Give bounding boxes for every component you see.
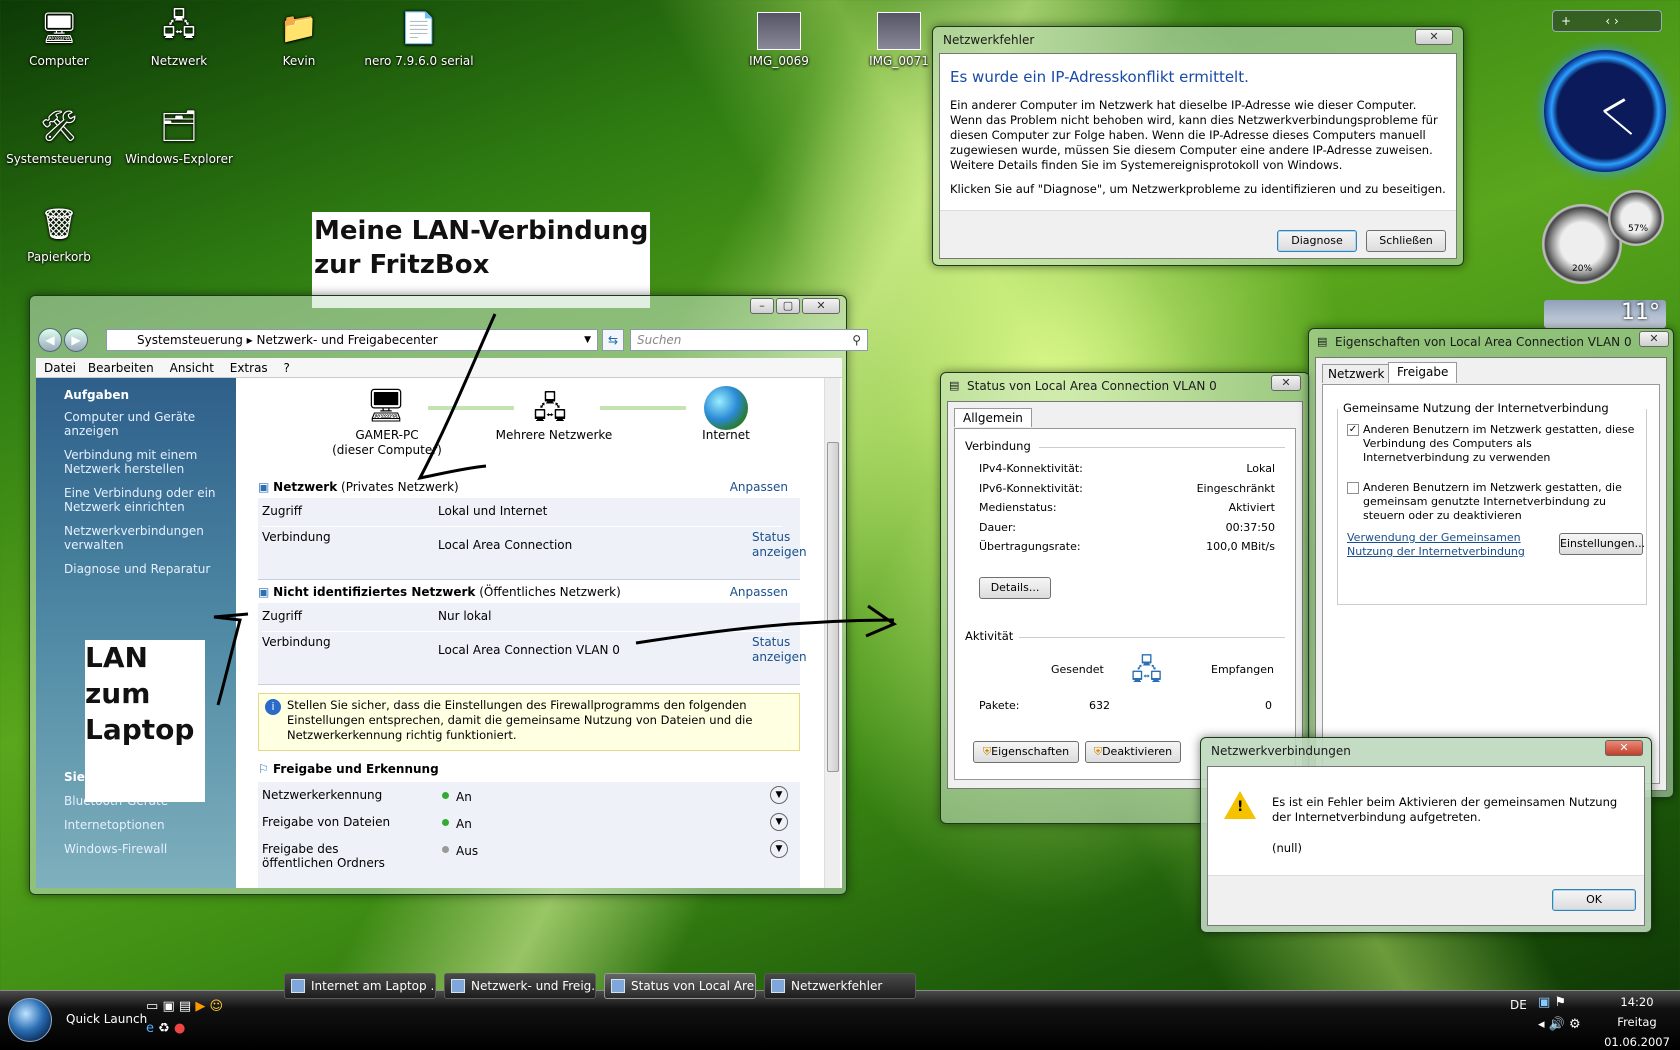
error-detail: (null) xyxy=(1272,841,1302,855)
status-title: ▤ Status von Local Area Connection VLAN … xyxy=(949,379,1217,393)
taskbar-button-nfc[interactable]: Netzwerk- und Freig... xyxy=(444,973,596,999)
dialog-body: ! Es ist ein Fehler beim Aktivieren der … xyxy=(1207,766,1645,926)
quick-launch-label: Quick Launch xyxy=(66,1012,148,1026)
props-body: Netzwerk Freigabe Gemeinsame Nutzung der… xyxy=(1315,357,1667,791)
network-adapter-icon xyxy=(611,979,625,993)
connection-properties-window[interactable]: ▤ Eigenschaften von Local Area Connectio… xyxy=(1308,328,1674,798)
packets-recv: 0 xyxy=(1265,699,1272,712)
error-body: Ein anderer Computer im Netzwerk hat die… xyxy=(950,98,1438,172)
group-aktivitaet: Aktivität xyxy=(965,629,1014,643)
app-icon[interactable]: ● xyxy=(174,1021,185,1036)
properties-button[interactable]: ⛨Eigenschaften xyxy=(973,741,1079,763)
show-desktop-icon[interactable]: ▭ xyxy=(146,999,158,1014)
switch-windows-icon[interactable]: ▣ xyxy=(162,999,174,1014)
packets-sent: 632 xyxy=(1089,699,1110,712)
dialog-body: Es wurde ein IP-Adresskonflikt ermittelt… xyxy=(939,53,1457,259)
network-adapter-icon: ▤ xyxy=(1317,335,1328,348)
ipv4-row: IPv4-Konnektivität: Lokal xyxy=(979,462,1275,475)
settings-button[interactable]: Einstellungen... xyxy=(1559,533,1645,555)
error-heading: Es wurde ein IP-Adresskonflikt ermittelt… xyxy=(950,68,1249,86)
tray-app-icon[interactable]: ⚙ xyxy=(1569,1017,1581,1032)
dialog-icon xyxy=(771,979,785,993)
taskbar-button-ie[interactable]: Internet am Laptop ... xyxy=(284,973,436,999)
clock[interactable]: 14:20 Freitag 01.06.2007 xyxy=(1600,992,1674,1050)
clock-day: Freitag xyxy=(1617,1015,1657,1029)
arrow-fritzbox xyxy=(417,313,497,481)
ok-button[interactable]: OK xyxy=(1552,889,1636,911)
diagnose-button-visual[interactable]: Diagnose xyxy=(1277,230,1357,252)
shield-icon: ⛨ xyxy=(1093,745,1103,758)
tab-netzwerk[interactable]: Netzwerk xyxy=(1322,364,1391,383)
quick-launch-icons: ▭ ▣ ▤ ▶ ☺ e ♻ ● xyxy=(146,996,256,1040)
activity-icon: 🖧 xyxy=(1131,653,1163,686)
ipv6-row: IPv6-Konnektivität: Eingeschränkt xyxy=(979,481,1275,495)
duration-row: Dauer: 00:37:50 xyxy=(979,520,1275,534)
taskbar-button-error[interactable]: Netzwerkfehler xyxy=(764,973,916,999)
ics-checkbox-1[interactable]: ✓ Anderen Benutzern im Netzwerk gestatte… xyxy=(1347,423,1641,465)
status-rows: IPv4-Konnektivität: Lokal IPv6-Konnektivi… xyxy=(979,459,1285,557)
clock-date: 01.06.2007 xyxy=(1604,1035,1670,1049)
media-player-icon[interactable]: ▶ xyxy=(195,999,205,1014)
checkbox-unchecked[interactable] xyxy=(1347,482,1359,494)
group-line xyxy=(1019,637,1285,638)
taskbar-button-status[interactable]: Status von Local Are... xyxy=(604,973,756,999)
error-hint: Klicken Sie auf "Diagnose", um Netzwerkp… xyxy=(950,182,1446,196)
close-button[interactable]: ✕ xyxy=(1271,375,1301,391)
recycle-icon[interactable]: ♻ xyxy=(158,1021,170,1036)
close-dialog-button[interactable]: Schließen xyxy=(1366,230,1446,252)
arrow-to-status xyxy=(635,604,898,645)
disable-button[interactable]: ⛨Deaktivieren xyxy=(1085,741,1181,763)
details-button[interactable]: Details... xyxy=(979,577,1051,599)
close-button[interactable]: ✕ xyxy=(1639,331,1669,347)
network-adapter-icon: ▤ xyxy=(949,379,960,392)
close-button[interactable]: ✕ xyxy=(1415,29,1453,45)
language-indicator[interactable]: DE xyxy=(1510,998,1527,1012)
packets-label: Pakete: xyxy=(979,699,1020,712)
tab-panel: Verbindung IPv4-Konnektivität: Lokal IPv6… xyxy=(954,428,1296,780)
tab-freigabe[interactable]: Freigabe xyxy=(1388,362,1458,383)
checkbox-checked[interactable]: ✓ xyxy=(1347,424,1359,436)
group-line xyxy=(1039,447,1285,448)
status-body: Allgemein Verbindung IPv4-Konnektivität:… xyxy=(947,401,1303,789)
error-message: Es ist ein Fehler beim Aktivieren der ge… xyxy=(1272,795,1618,824)
close-button[interactable]: ✕ xyxy=(1605,740,1643,756)
internet-explorer-icon xyxy=(291,979,305,993)
tray-update-icon[interactable]: ⚑ xyxy=(1554,995,1566,1010)
tray-network-icon[interactable]: ▣ xyxy=(1538,995,1550,1010)
ics-error-dialog[interactable]: Netzwerkverbindungen ✕ ! Es ist ein Fehl… xyxy=(1200,737,1652,933)
clock-time: 14:20 xyxy=(1620,995,1654,1009)
sent-label: Gesendet xyxy=(1051,663,1104,676)
arrow-laptop xyxy=(213,612,249,706)
group-verbindung: Verbindung xyxy=(965,439,1031,453)
network-icon xyxy=(451,979,465,993)
start-button[interactable] xyxy=(8,998,52,1042)
dialog-title: Netzwerkfehler xyxy=(943,33,1035,47)
messenger-icon[interactable]: ☺ xyxy=(209,999,223,1014)
tab-panel: Gemeinsame Nutzung der Internetverbindun… xyxy=(1322,384,1660,784)
shield-icon: ⛨ xyxy=(982,745,992,758)
explorer-icon[interactable]: ▤ xyxy=(179,999,191,1014)
received-label: Empfangen xyxy=(1211,663,1274,676)
media-row: Medienstatus: Aktiviert xyxy=(979,501,1275,514)
ics-checkbox-2[interactable]: Anderen Benutzern im Netzwerk gestatten,… xyxy=(1347,481,1641,523)
dialog-title: Netzwerkverbindungen xyxy=(1211,744,1351,758)
warning-mark: ! xyxy=(1237,799,1244,815)
ics-help-link[interactable]: Verwendung der Gemeinsamen Nutzung der I… xyxy=(1347,531,1545,559)
speed-row: Übertragungsrate: 100,0 MBit/s xyxy=(979,540,1275,553)
tab-allgemein[interactable]: Allgemein xyxy=(954,408,1032,427)
props-title: ▤ Eigenschaften von Local Area Connectio… xyxy=(1317,335,1632,349)
internet-explorer-icon[interactable]: e xyxy=(146,1021,154,1036)
tray-volume-icon[interactable]: 🔊 xyxy=(1549,1017,1565,1032)
tray-expand-icon[interactable]: ◂ xyxy=(1538,1017,1545,1032)
